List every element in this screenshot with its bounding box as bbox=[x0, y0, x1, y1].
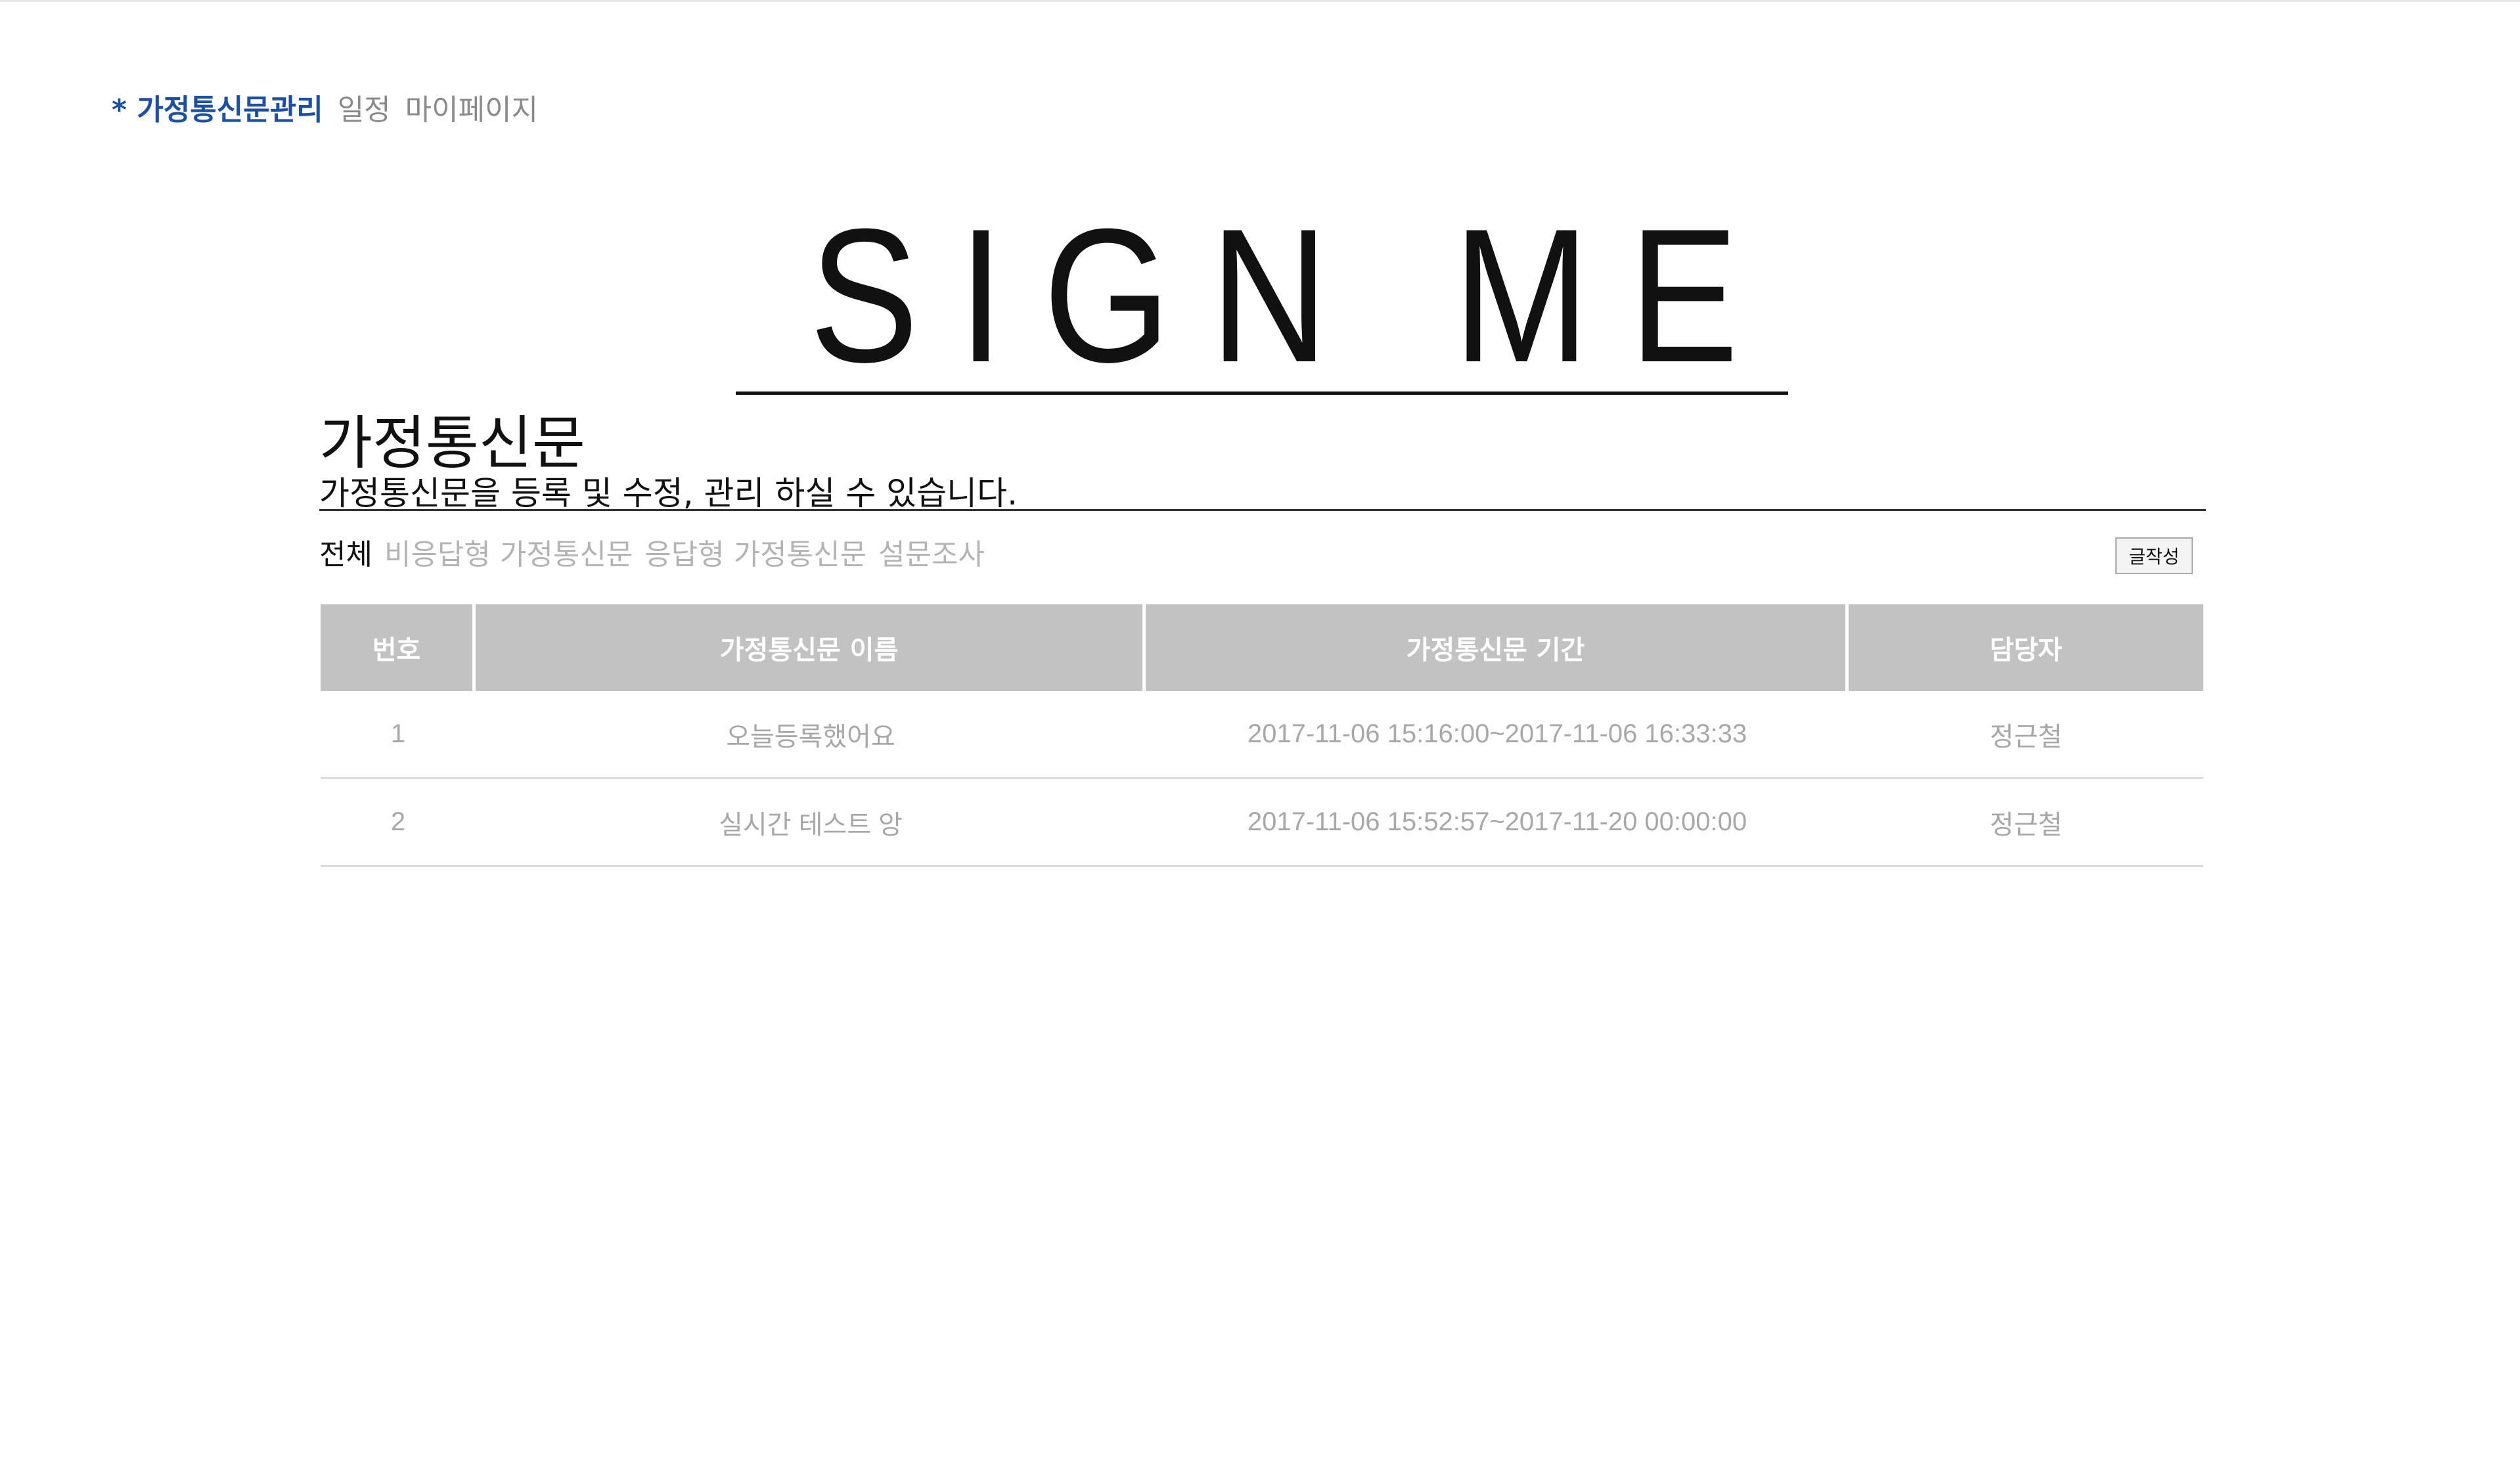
cell-name[interactable]: 오늘등록했어요 bbox=[476, 691, 1146, 777]
cell-number: 2 bbox=[390, 807, 406, 836]
logo-underline bbox=[736, 392, 1788, 395]
top-navigation: * 가정통신문관리 일정 마이페이지 bbox=[112, 84, 552, 130]
filter-non-response-notice[interactable]: 비응답형 가정통신문 bbox=[384, 531, 633, 573]
filter-all[interactable]: 전체 bbox=[319, 531, 372, 573]
write-button[interactable]: 글작성 bbox=[2115, 537, 2193, 574]
filter-tabs: 전체 비응답형 가정통신문 응답형 가정통신문 설문조사 bbox=[319, 531, 997, 573]
cell-period: 2017-11-06 15:16:00~2017-11-06 16:33:33 bbox=[1247, 719, 1747, 748]
cell-name[interactable]: 실시간 테스트 앙 bbox=[476, 779, 1146, 865]
section-divider bbox=[319, 509, 2206, 511]
filter-response-notice[interactable]: 응답형 가정통신문 bbox=[644, 531, 866, 573]
page-title: 가정통신문 bbox=[319, 409, 585, 477]
header-number[interactable]: 번호 bbox=[321, 604, 476, 691]
table-row[interactable]: 1 오늘등록했어요 2017-11-06 15:16:00~2017-11-06… bbox=[321, 691, 2203, 779]
header-owner[interactable]: 담당자 bbox=[1849, 604, 2203, 691]
table-row[interactable]: 2 실시간 테스트 앙 2017-11-06 15:52:57~2017-11-… bbox=[321, 779, 2203, 867]
nav-item-schedule[interactable]: 일정 bbox=[338, 86, 391, 128]
nav-item-notice-management[interactable]: * 가정통신문관리 bbox=[112, 86, 323, 128]
cell-number: 1 bbox=[390, 719, 406, 748]
filter-survey[interactable]: 설문조사 bbox=[878, 531, 985, 573]
cell-owner: 정근철 bbox=[1989, 810, 2063, 840]
header-name[interactable]: 가정통신문 이름 bbox=[476, 604, 1146, 691]
header-period[interactable]: 가정통신문 기간 bbox=[1146, 604, 1849, 691]
cell-period: 2017-11-06 15:52:57~2017-11-20 00:00:00 bbox=[1247, 807, 1747, 836]
logo: SIGN ME bbox=[809, 189, 1778, 402]
notice-table: 번호 가정통신문 이름 가정통신문 기간 담당자 1 오늘등록했어요 2017-… bbox=[321, 604, 2203, 867]
cell-owner: 정근철 bbox=[1989, 722, 2063, 751]
table-header: 번호 가정통신문 이름 가정통신문 기간 담당자 bbox=[321, 604, 2203, 691]
top-border bbox=[0, 0, 2520, 2]
nav-item-mypage[interactable]: 마이페이지 bbox=[405, 86, 538, 128]
